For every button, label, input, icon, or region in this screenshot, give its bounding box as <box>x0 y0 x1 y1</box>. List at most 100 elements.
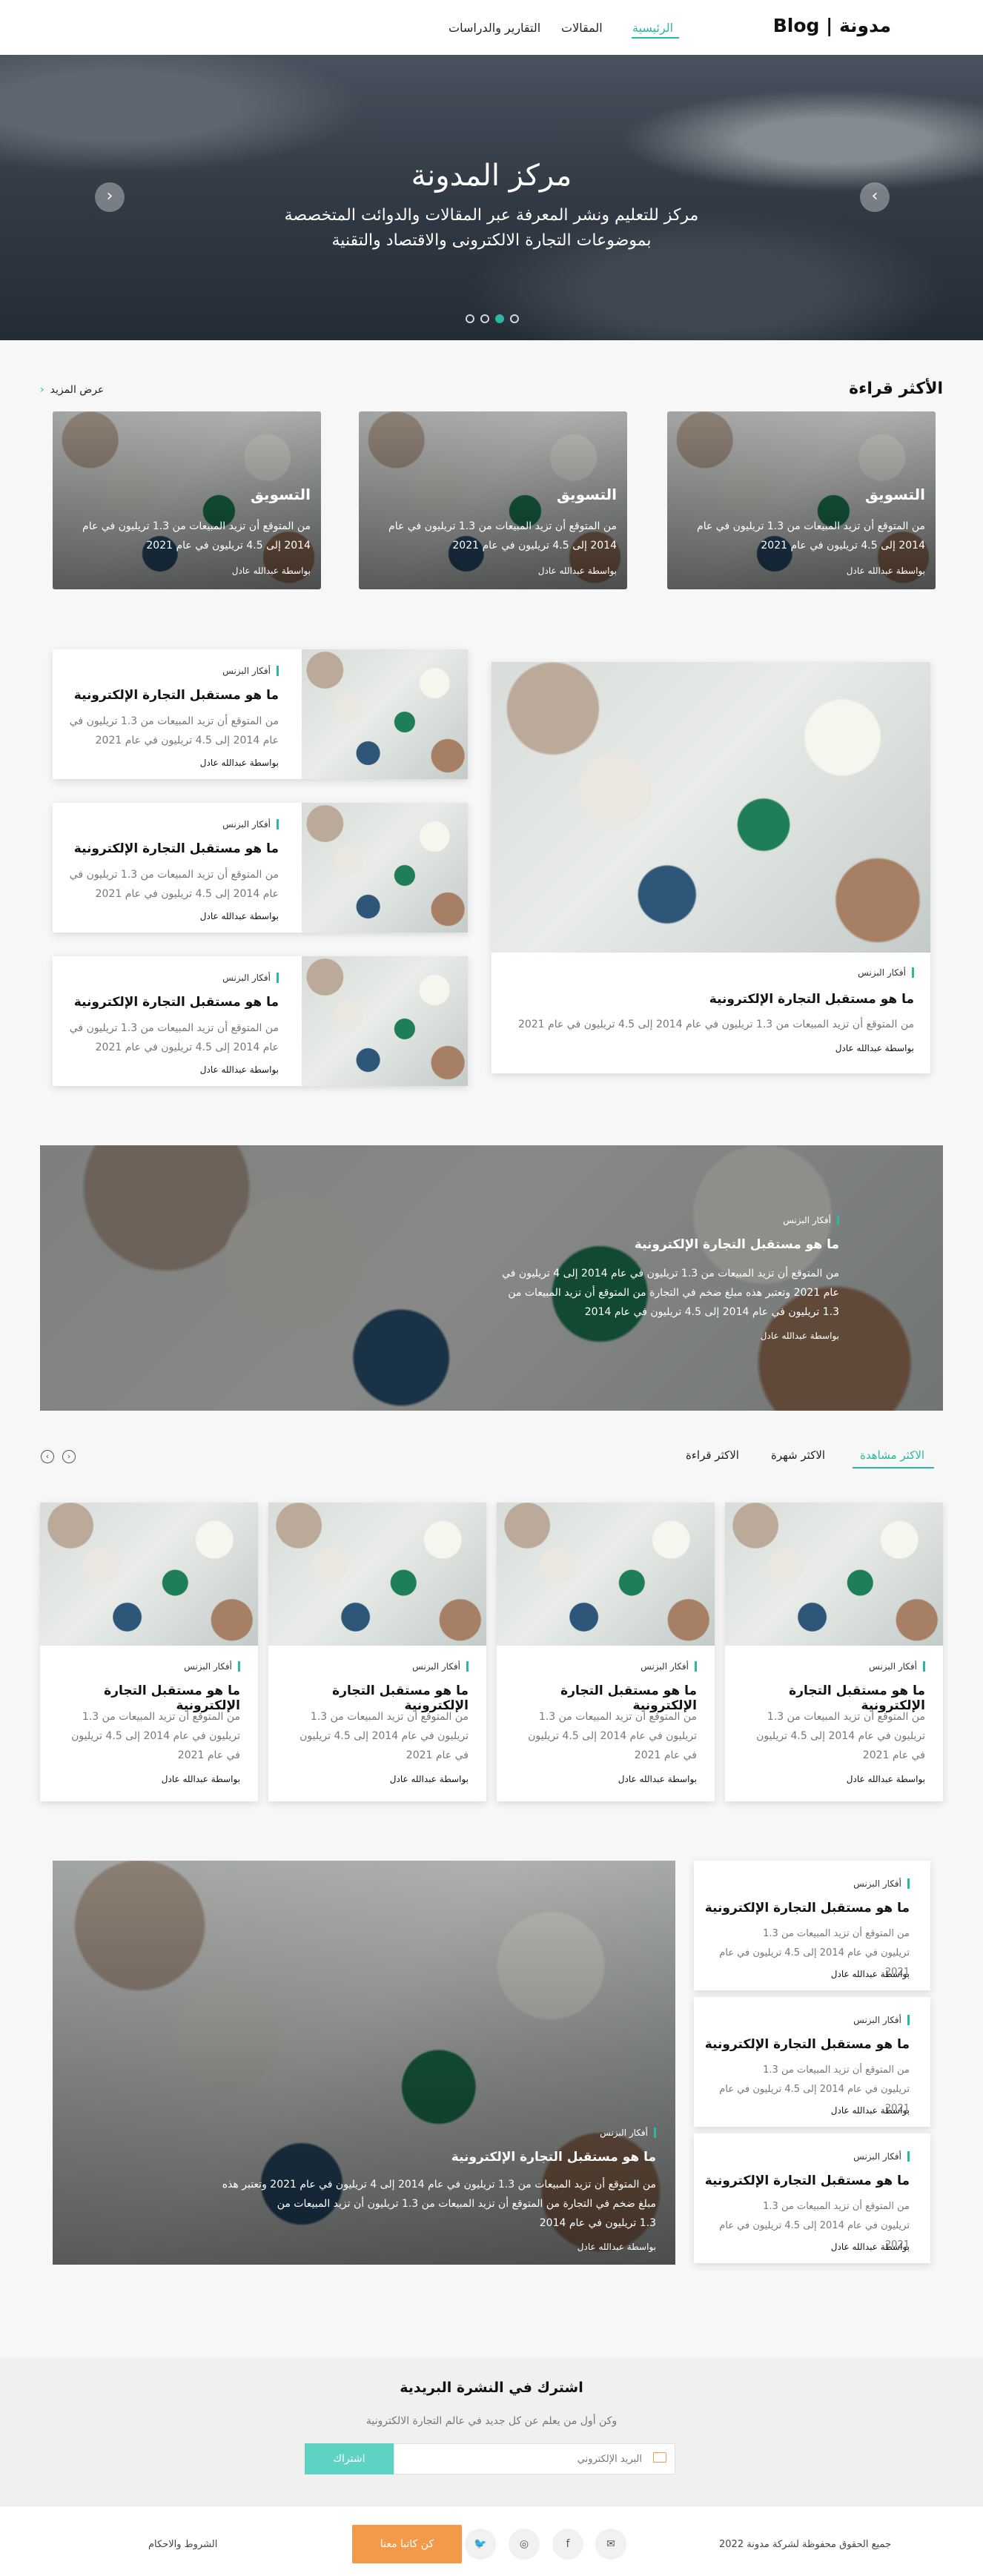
bottom-side-card-1[interactable]: أفكار البزنس ما هو مستقبل التجارة الإلكت… <box>694 1861 930 1990</box>
card-tag: أفكار البزنس <box>222 973 279 983</box>
grid-card-image <box>40 1503 258 1646</box>
card-desc: من المتوقع أن تزيد المبيعات من 1.3 تريلي… <box>517 1019 914 1030</box>
bottom-side-card-3[interactable]: أفكار البزنس ما هو مستقبل التجارة الإلكت… <box>694 2133 930 2263</box>
card-desc-line-2: عام 2014 إلى 4.5 تريليون في عام 2021 <box>95 888 279 900</box>
view-more-link[interactable]: عرض المزيد ‹ <box>40 384 104 396</box>
tab-active-underline <box>853 1467 934 1469</box>
mail-icon <box>653 2452 666 2463</box>
featured-main-card[interactable]: أفكار البزنس ما هو مستقبل التجارة الإلكت… <box>492 662 930 1073</box>
newsletter-section: اشترك في النشرة البريدية وكن أول من يعلم… <box>0 2357 983 2506</box>
card-desc: من المتوقع أن تزيد المبيعات من 1.3 تريلي… <box>82 520 311 552</box>
tab-most-read[interactable]: الاكثر قراءة <box>686 1448 739 1462</box>
card-desc-line-3: في عام 2021 <box>634 1749 697 1761</box>
card-desc-line-2: تريليون في عام 2014 إلى 4.5 تريليون <box>71 1730 240 1742</box>
nav-active-underline <box>632 37 679 39</box>
write-with-us-button[interactable]: كن كاتبا معنا <box>352 2525 462 2563</box>
top-card-2[interactable]: التسويق من المتوقع أن تزيد المبيعات من 1… <box>359 411 627 589</box>
card-desc-line-1: من المتوقع أن تزيد المبيعات من 1.3 <box>82 1711 240 1723</box>
top-card-1[interactable]: التسويق من المتوقع أن تزيد المبيعات من 1… <box>667 411 936 589</box>
card-tag: أفكار البزنس <box>412 1661 469 1672</box>
card-tag: أفكار البزنس <box>641 1661 697 1672</box>
card-desc-line-3: في عام 2021 <box>177 1749 240 1761</box>
card-category: التسويق <box>865 486 925 503</box>
card-tag: أفكار البزنس <box>853 1878 910 1889</box>
card-title: ما هو مستقبل التجارة الإلكترونية <box>73 841 279 856</box>
card-desc-line-1: من المتوقع أن تزيد المبيعات من 1.3 <box>310 1711 469 1723</box>
card-tag: أفكار البزنس <box>858 967 914 978</box>
slider-dot-4[interactable] <box>510 314 519 323</box>
card-author: بواسطة عبدالله عادل <box>389 1774 469 1784</box>
email-field[interactable] <box>394 2443 675 2474</box>
hero-title: مركز المدونة <box>411 159 572 193</box>
tab-most-viewed[interactable]: الاكثر مشاهدة <box>860 1448 924 1462</box>
side-card-image <box>302 803 468 933</box>
banner-article[interactable]: أفكار البزنس ما هو مستقبل التجارة الإلكت… <box>40 1145 943 1411</box>
card-title: ما هو مستقبل التجارة الإلكترونية <box>704 2037 910 2052</box>
blog-page: مدونة | Blog الرئيسية المقالات التقارير … <box>0 0 983 2576</box>
hero-slider[interactable]: مركز المدونة مركز للتعليم ونشر المعرفة ع… <box>0 55 983 340</box>
card-desc: من المتوقع أن تزيد المبيعات من 1.3 تريلي… <box>697 520 925 552</box>
slider-dot-1[interactable] <box>466 314 474 323</box>
card-desc-line-2: تريليون في عام 2014 إلى 4.5 تريليون <box>528 1730 697 1742</box>
card-desc-line-1: من المتوقع أن تزيد المبيعات من 1.3 <box>538 1711 697 1723</box>
featured-side-card-2[interactable]: أفكار البزنس ما هو مستقبل التجارة الإلكت… <box>53 803 468 933</box>
instagram-icon[interactable]: ◎ <box>509 2529 540 2560</box>
banner-desc-line-1: من المتوقع أن تزيد المبيعات من 1.3 تريلي… <box>502 1268 839 1279</box>
bottom-side-card-2[interactable]: أفكار البزنس ما هو مستقبل التجارة الإلكت… <box>694 1997 930 2127</box>
nav-articles[interactable]: المقالات <box>561 21 603 35</box>
card-author: بواسطة عبدالله عادل <box>577 2242 656 2252</box>
card-author: بواسطة عبدالله عادل <box>846 1774 925 1784</box>
grid-card-3[interactable]: أفكار البزنس ما هو مستقبل التجارة الإلكت… <box>268 1503 486 1801</box>
featured-main-image <box>492 662 930 953</box>
card-desc: من المتوقع أن تزيد المبيعات من 1.3 تريلي… <box>388 520 617 552</box>
side-card-image <box>302 956 468 1086</box>
card-title: ما هو مستقبل التجارة الإلكترونية <box>451 2150 656 2165</box>
card-title: ما هو مستقبل التجارة الإلكترونية <box>704 1901 910 1916</box>
card-tag: أفكار البزنس <box>853 2015 910 2025</box>
featured-side-card-1[interactable]: أفكار البزنس ما هو مستقبل التجارة الإلكت… <box>53 649 468 779</box>
bottom-big-card[interactable]: أفكار البزنس ما هو مستقبل التجارة الإلكت… <box>53 1861 675 2265</box>
nav-home[interactable]: الرئيسية <box>632 21 673 35</box>
card-desc-line-2: عام 2014 إلى 4.5 تريليون في عام 2021 <box>95 735 279 746</box>
card-author: بواسطة عبدالله عادل <box>830 1969 910 1979</box>
subscribe-button[interactable]: اشتراك <box>305 2443 394 2474</box>
banner-author: بواسطة عبدالله عادل <box>760 1331 839 1341</box>
site-logo[interactable]: مدونة | Blog <box>773 15 891 36</box>
banner-tag: أفكار البزنس <box>783 1215 839 1225</box>
banner-title: ما هو مستقبل التجارة الإلكترونية <box>634 1237 839 1252</box>
mail-icon[interactable]: ✉ <box>595 2529 626 2560</box>
tab-most-popular[interactable]: الاكثر شهرة <box>771 1448 825 1462</box>
card-author: بواسطة عبدالله عادل <box>199 911 279 921</box>
card-desc-line-2: مبلغ ضخم في التجارة من المتوقع أن تزيد ا… <box>277 2198 656 2210</box>
card-author: بواسطة عبدالله عادل <box>830 2105 910 2116</box>
hero-image <box>0 55 983 340</box>
card-desc-line-1: من المتوقع أن تزيد المبيعات من 1.3 <box>767 1711 925 1723</box>
card-author: بواسطة عبدالله عادل <box>846 566 925 576</box>
grid-card-4[interactable]: أفكار البزنس ما هو مستقبل التجارة الإلكت… <box>40 1503 258 1801</box>
terms-link[interactable]: الشروط والاحكام <box>148 2539 217 2550</box>
top-card-3[interactable]: التسويق من المتوقع أن تزيد المبيعات من 1… <box>53 411 321 589</box>
facebook-icon[interactable]: f <box>552 2529 583 2560</box>
hero-subtitle: مركز للتعليم ونشر المعرفة عبر المقالات و… <box>284 206 699 250</box>
circle-left-icon[interactable]: ‹ <box>62 1450 76 1463</box>
side-card-image <box>302 649 468 779</box>
chevron-left-icon: ‹ <box>40 384 44 396</box>
card-tag: أفكار البزنس <box>222 666 279 676</box>
grid-card-1[interactable]: أفكار البزنس ما هو مستقبل التجارة الإلكت… <box>725 1503 943 1801</box>
card-desc-line-1: من المتوقع أن تزيد المبيعات من 1.3 تريلي… <box>222 2179 656 2191</box>
slider-dot-2[interactable] <box>480 314 489 323</box>
grid-card-image <box>725 1503 943 1646</box>
chevron-right-icon[interactable]: › <box>860 182 890 212</box>
card-desc-line-1: من المتوقع أن تزيد المبيعات من 1.3 <box>763 2201 910 2212</box>
card-title: ما هو مستقبل التجارة الإلكترونية <box>704 2173 910 2188</box>
card-author: بواسطة عبدالله عادل <box>199 758 279 768</box>
card-desc-line-2: تريليون في عام 2014 إلى 4.5 تريليون <box>299 1730 469 1742</box>
twitter-icon[interactable]: 🐦 <box>465 2529 496 2560</box>
card-title: ما هو مستقبل التجارة الإلكترونية <box>73 995 279 1010</box>
featured-side-card-3[interactable]: أفكار البزنس ما هو مستقبل التجارة الإلكت… <box>53 956 468 1086</box>
grid-card-2[interactable]: أفكار البزنس ما هو مستقبل التجارة الإلكت… <box>497 1503 715 1801</box>
circle-right-icon[interactable]: › <box>41 1450 54 1463</box>
nav-reports[interactable]: التقارير والدراسات <box>449 21 540 35</box>
slider-dot-3[interactable] <box>495 314 504 323</box>
chevron-left-icon[interactable]: ‹ <box>95 182 125 212</box>
